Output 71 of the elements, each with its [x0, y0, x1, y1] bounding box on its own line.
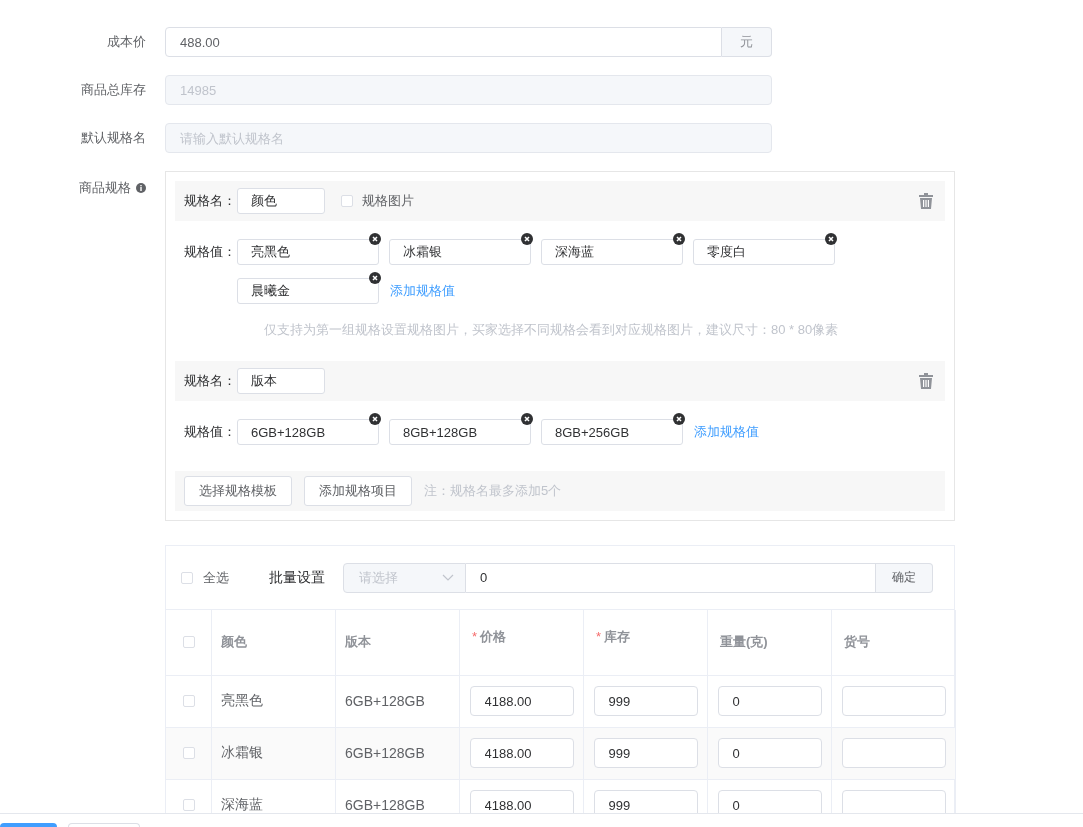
- required-asterisk: *: [596, 629, 602, 645]
- checkbox-label: 规格图片: [362, 192, 414, 210]
- input-field[interactable]: 0: [466, 562, 876, 593]
- input-field[interactable]: 4188.00: [469, 790, 574, 813]
- spec-name-field[interactable]: 版本: [237, 368, 325, 394]
- spec-value-label: 规格值：: [184, 243, 237, 261]
- column-header: 版本: [345, 634, 371, 650]
- column-header: 货号: [844, 634, 870, 650]
- checkbox[interactable]: [181, 571, 193, 584]
- chevron-down-icon: [442, 574, 454, 581]
- column-header: 重量(克): [720, 634, 768, 650]
- field-label: 商品总库存: [80, 81, 146, 99]
- checkbox[interactable]: [182, 636, 195, 649]
- spec-button[interactable]: 选择规格模板: [184, 476, 292, 506]
- spec-name-field[interactable]: 颜色: [237, 188, 325, 214]
- input-field[interactable]: [841, 686, 946, 716]
- input-field[interactable]: 0: [717, 790, 822, 813]
- input-field[interactable]: 4188.00: [469, 686, 574, 716]
- primary-button[interactable]: [0, 823, 57, 827]
- input-field[interactable]: 999: [593, 686, 698, 716]
- spec-button[interactable]: 添加规格项目: [304, 476, 412, 506]
- input-field[interactable]: 0: [717, 738, 822, 768]
- spec-value-field[interactable]: 零度白: [693, 239, 835, 265]
- field-label: 默认规格名: [80, 129, 146, 147]
- checkbox[interactable]: [182, 695, 195, 707]
- checkbox[interactable]: [341, 195, 353, 207]
- close-icon[interactable]: [369, 413, 381, 425]
- input-field[interactable]: 0: [717, 686, 822, 716]
- spec-value-field[interactable]: 深海蓝: [541, 239, 683, 265]
- field-label: 成本价: [106, 33, 146, 51]
- spec-name-label: 规格名：: [184, 372, 237, 390]
- spec-value-field[interactable]: 8GB+256GB: [541, 419, 683, 445]
- close-icon[interactable]: [521, 413, 533, 425]
- confirm-button[interactable]: 确定: [876, 562, 933, 593]
- checkbox-label: 全选: [203, 568, 229, 587]
- column-header: 颜色: [221, 634, 247, 650]
- column-header: 价格: [480, 629, 507, 645]
- close-icon[interactable]: [673, 413, 685, 425]
- close-icon[interactable]: [825, 233, 837, 245]
- table-cell: 6GB+128GB: [345, 745, 425, 761]
- checkbox[interactable]: [182, 747, 195, 759]
- close-icon[interactable]: [521, 233, 533, 245]
- table-cell: 冰霜银: [221, 744, 263, 760]
- spec-name-label: 规格名：: [184, 192, 237, 210]
- trash-icon[interactable]: [919, 373, 933, 389]
- unit-addon: 元: [722, 27, 772, 57]
- input-field[interactable]: [841, 790, 946, 813]
- spec-value-field[interactable]: 8GB+128GB: [389, 419, 531, 445]
- table-cell: 深海蓝: [221, 796, 263, 812]
- close-icon[interactable]: [673, 233, 685, 245]
- close-icon[interactable]: [369, 233, 381, 245]
- spec-value-field[interactable]: 晨曦金: [237, 278, 379, 304]
- close-icon[interactable]: [369, 272, 381, 284]
- batch-label: 批量设置: [269, 568, 325, 587]
- input-field[interactable]: 999: [593, 738, 698, 768]
- table-cell: 6GB+128GB: [345, 797, 425, 813]
- field-label: 商品规格: [79, 179, 131, 197]
- spec-value-label: 规格值：: [184, 423, 237, 441]
- spec-value-field[interactable]: 冰霜银: [389, 239, 531, 265]
- input-field[interactable]: [841, 738, 946, 768]
- spec-value-field[interactable]: 亮黑色: [237, 239, 379, 265]
- checkbox[interactable]: [182, 799, 195, 811]
- input-field[interactable]: 999: [593, 790, 698, 813]
- column-header: 库存: [604, 629, 631, 645]
- table-cell: 亮黑色: [221, 692, 263, 708]
- spec-value-field[interactable]: 6GB+128GB: [237, 419, 379, 445]
- required-asterisk: *: [472, 629, 478, 645]
- input-field[interactable]: 488.00: [165, 27, 722, 57]
- trash-icon[interactable]: [919, 193, 933, 209]
- input-field[interactable]: 4188.00: [469, 738, 574, 768]
- table-cell: 6GB+128GB: [345, 693, 425, 709]
